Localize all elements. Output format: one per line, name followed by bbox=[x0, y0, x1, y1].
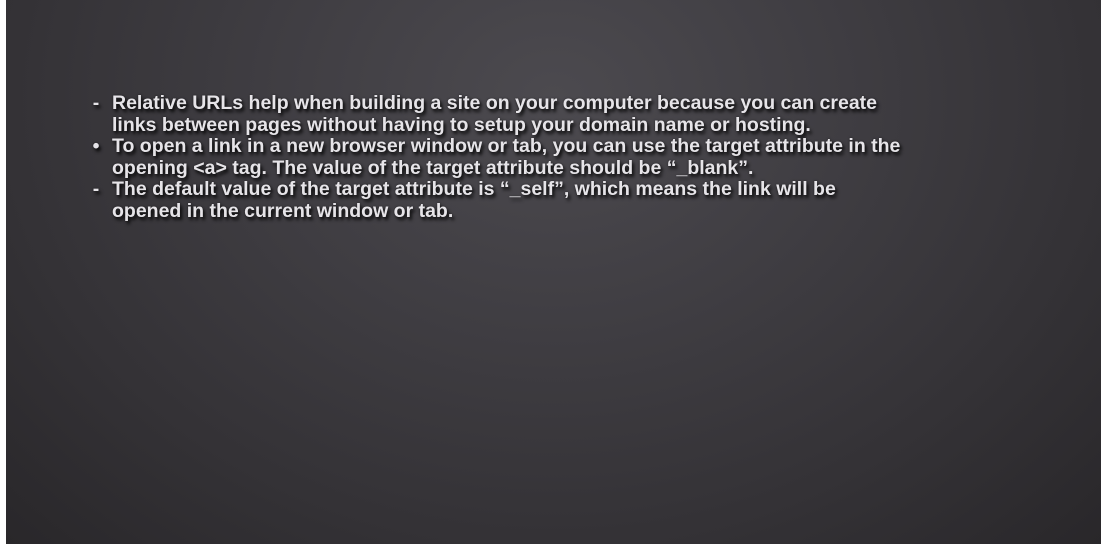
bullet-text-line: opened in the current window or tab. bbox=[112, 199, 454, 222]
bullet-item-target-self: - The default value of the target attrib… bbox=[86, 178, 1086, 222]
bullet-text-line: The default value of the target attribut… bbox=[112, 178, 836, 200]
bullet-text-line: opening <a> tag. The value of the target… bbox=[112, 156, 754, 179]
dash-bullet-icon: - bbox=[92, 178, 100, 200]
dash-bullet-icon: - bbox=[92, 92, 100, 114]
bullet-text-line: To open a link in a new browser window o… bbox=[112, 135, 901, 157]
bullet-list: - Relative URLs help when building a sit… bbox=[86, 92, 1086, 222]
bullet-text-line: links between pages without having to se… bbox=[112, 113, 811, 136]
dot-bullet-icon: • bbox=[92, 135, 100, 157]
bullet-item-target-blank: • To open a link in a new browser window… bbox=[86, 135, 1086, 179]
slide-background: - Relative URLs help when building a sit… bbox=[6, 0, 1101, 544]
bullet-item-relative-urls: - Relative URLs help when building a sit… bbox=[86, 92, 1086, 136]
bullet-text-line: Relative URLs help when building a site … bbox=[112, 92, 878, 114]
